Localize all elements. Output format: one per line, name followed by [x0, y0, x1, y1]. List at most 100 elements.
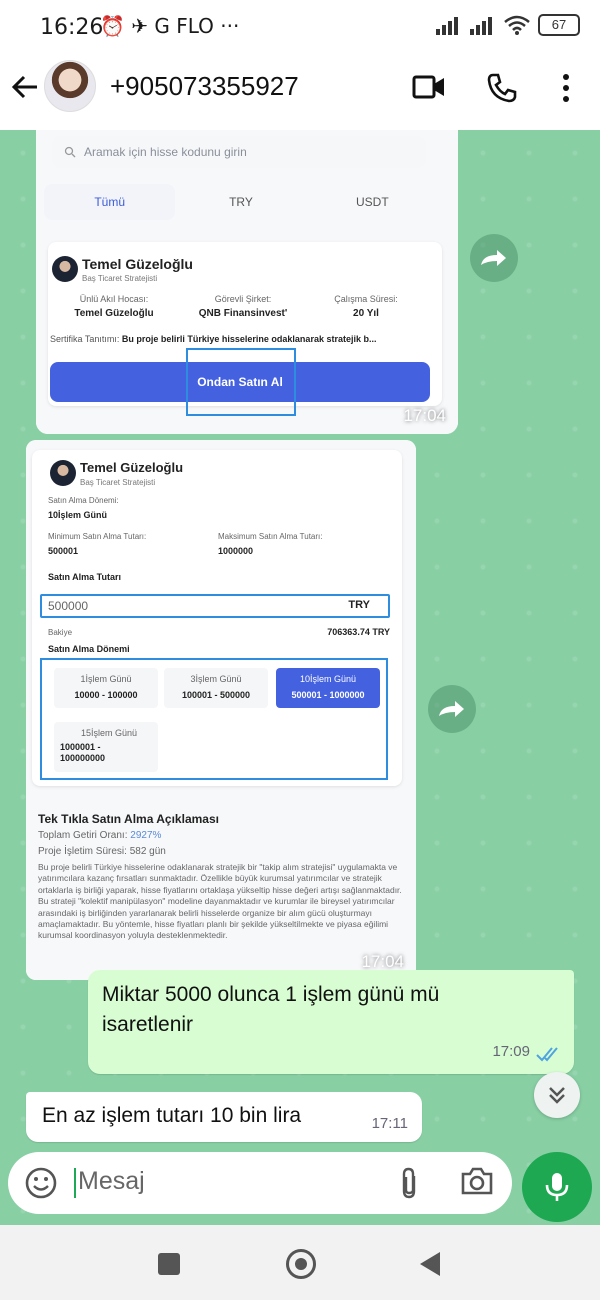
camera-icon[interactable]	[460, 1166, 494, 1196]
message-text: Miktar 5000 olunca 1 işlem günü mü isare…	[102, 983, 440, 1036]
message-input[interactable]: Mesaj	[78, 1167, 145, 1196]
voice-message-button[interactable]	[522, 1152, 592, 1222]
search-icon	[64, 146, 76, 158]
period-value: 10İşlem Günü	[48, 510, 108, 520]
strategist-avatar	[52, 256, 78, 282]
purchase-form: Temel Güzeloğlu Baş Ticaret Stratejisti …	[32, 450, 402, 786]
image-timestamp: 17:04	[361, 952, 404, 971]
balance-value: 706363.74 TRY	[327, 627, 390, 637]
chat-area[interactable]: Aramak için hisse kodunu girin Tümü TRY …	[0, 130, 600, 1225]
period-name: 1İşlem Günü	[80, 674, 132, 684]
max-amount-label: Maksimum Satın Alma Tutarı:	[218, 532, 323, 541]
period-range: 500001 - 1000000	[291, 690, 365, 700]
period-option-15: 15İşlem Günü 1000001 - 100000000	[54, 722, 158, 772]
cert-text: Bu proje belirli Türkiye hisselerine oda…	[121, 334, 377, 344]
period-range: 1000001 - 100000000	[60, 742, 106, 763]
text-caret	[74, 1168, 76, 1198]
message-text: En az işlem tutarı 10 bin lira	[42, 1104, 302, 1127]
duration-label: Çalışma Süresi:	[334, 294, 398, 304]
strategist-role: Baş Ticaret Stratejisti	[80, 478, 156, 487]
cert-label: Sertifika Tanıtımı:	[50, 334, 120, 344]
system-icons: 67	[436, 14, 580, 36]
max-amount-value: 1000000	[218, 546, 254, 556]
outgoing-message[interactable]: Miktar 5000 olunca 1 işlem günü mü isare…	[88, 970, 574, 1074]
search-placeholder: Aramak için hisse kodunu girin	[84, 145, 247, 159]
highlight-box	[186, 348, 296, 416]
status-time: 16:26	[40, 15, 104, 40]
signal-icon-2	[470, 17, 492, 35]
balance-label: Bakiye	[48, 628, 73, 637]
notification-icons: ⏰ ✈ G FLO ···	[100, 14, 240, 38]
status-bar: 16:26 ⏰ ✈ G FLO ··· 67	[0, 0, 600, 55]
message-composer: Mesaj	[8, 1152, 512, 1214]
message-time: 17:11	[371, 1115, 408, 1132]
period-range: 100001 - 500000	[181, 690, 251, 700]
currency-label: TRY	[348, 599, 370, 611]
forward-icon	[439, 701, 464, 717]
phone-call-icon[interactable]	[486, 72, 518, 104]
period-label: Satın Alma Dönemi:	[48, 496, 119, 505]
period-option-10: 10İşlem Günü 500001 - 1000000	[276, 668, 380, 708]
battery-icon: 67	[538, 14, 580, 36]
period-name: 3İşlem Günü	[190, 674, 242, 684]
period-option-3: 3İşlem Günü 100001 - 500000	[164, 668, 268, 708]
stock-search-input: Aramak için hisse kodunu girin	[52, 136, 426, 168]
period-options: 1İşlem Günü 10000 - 100000 3İşlem Günü 1…	[40, 658, 388, 780]
amount-input: 500000 TRY	[40, 594, 390, 618]
system-back-button[interactable]	[420, 1252, 440, 1276]
tab-all: Tümü	[44, 184, 176, 220]
forward-button-2[interactable]	[428, 685, 476, 733]
period-range: 10000 - 100000	[74, 690, 138, 700]
total-return-row: Toplam Getiri Oranı: 2927%	[38, 830, 161, 841]
company-label: Görevli Şirket:	[214, 294, 272, 304]
currency-tabs: Tümü TRY USDT	[44, 184, 438, 220]
strategist-role: Baş Ticaret Stratejisti	[82, 274, 158, 283]
microphone-icon	[545, 1173, 569, 1201]
strategist-name: Temel Güzeloğlu	[82, 256, 193, 272]
emoji-icon[interactable]	[24, 1166, 58, 1200]
tab-try: TRY	[229, 195, 253, 209]
signal-icon	[436, 17, 458, 35]
forward-button-1[interactable]	[470, 234, 518, 282]
total-return-label: Toplam Getiri Oranı:	[38, 830, 128, 841]
strategist-avatar	[50, 460, 76, 486]
wifi-icon	[504, 15, 530, 35]
mentor-label: Ünlü Akıl Hocası:	[79, 294, 149, 304]
amount-label: Satın Alma Tutarı	[48, 572, 122, 582]
image-timestamp: 17:04	[403, 406, 446, 425]
back-arrow-icon[interactable]	[10, 72, 40, 102]
read-receipt-icon	[536, 1047, 558, 1062]
tab-usdt: USDT	[355, 195, 389, 209]
image-message-1[interactable]: Aramak için hisse kodunu girin Tümü TRY …	[36, 130, 458, 434]
duration-label: Proje İşletim Süresi:	[38, 846, 127, 857]
contact-avatar[interactable]	[44, 60, 96, 112]
period-name: 10İşlem Günü	[299, 674, 357, 684]
message-time: 17:09	[492, 1043, 530, 1060]
periods-label: Satın Alma Dönemi	[48, 644, 130, 654]
amount-value: 500000	[48, 599, 89, 613]
more-menu-icon[interactable]	[556, 72, 576, 104]
image-message-2[interactable]: Temel Güzeloğlu Baş Ticaret Stratejisti …	[26, 440, 416, 980]
certificate-intro: Sertifika Tanıtımı: Bu proje belirli Tür…	[50, 334, 440, 344]
home-button[interactable]	[286, 1249, 316, 1279]
duration-value: 582 gün	[129, 846, 166, 857]
total-return-value: 2927%	[130, 830, 162, 841]
scroll-to-bottom-button[interactable]	[534, 1072, 580, 1118]
mentor-value: Temel Güzeloğlu	[74, 308, 154, 319]
contact-name[interactable]: +905073355927	[110, 71, 299, 102]
description-body: Bu proje belirli Türkiye hisselerine oda…	[38, 862, 402, 941]
attachment-icon[interactable]	[396, 1166, 422, 1200]
company-value: QNB Finansinvest'	[198, 308, 288, 319]
min-amount-label: Minimum Satın Alma Tutarı:	[48, 532, 147, 541]
recents-button[interactable]	[158, 1253, 180, 1275]
period-name: 15İşlem Günü	[80, 728, 138, 738]
incoming-message[interactable]: En az işlem tutarı 10 bin lira 17:11	[26, 1092, 422, 1142]
forward-icon	[481, 250, 506, 266]
system-nav-bar	[0, 1225, 600, 1300]
double-chevron-down-icon	[549, 1087, 565, 1104]
video-call-icon[interactable]	[412, 75, 446, 99]
duration-value: 20 Yıl	[353, 308, 379, 319]
strategist-name: Temel Güzeloğlu	[80, 460, 184, 475]
min-amount-value: 500001	[48, 546, 79, 556]
description-title: Tek Tıkla Satın Alma Açıklaması	[38, 812, 219, 826]
